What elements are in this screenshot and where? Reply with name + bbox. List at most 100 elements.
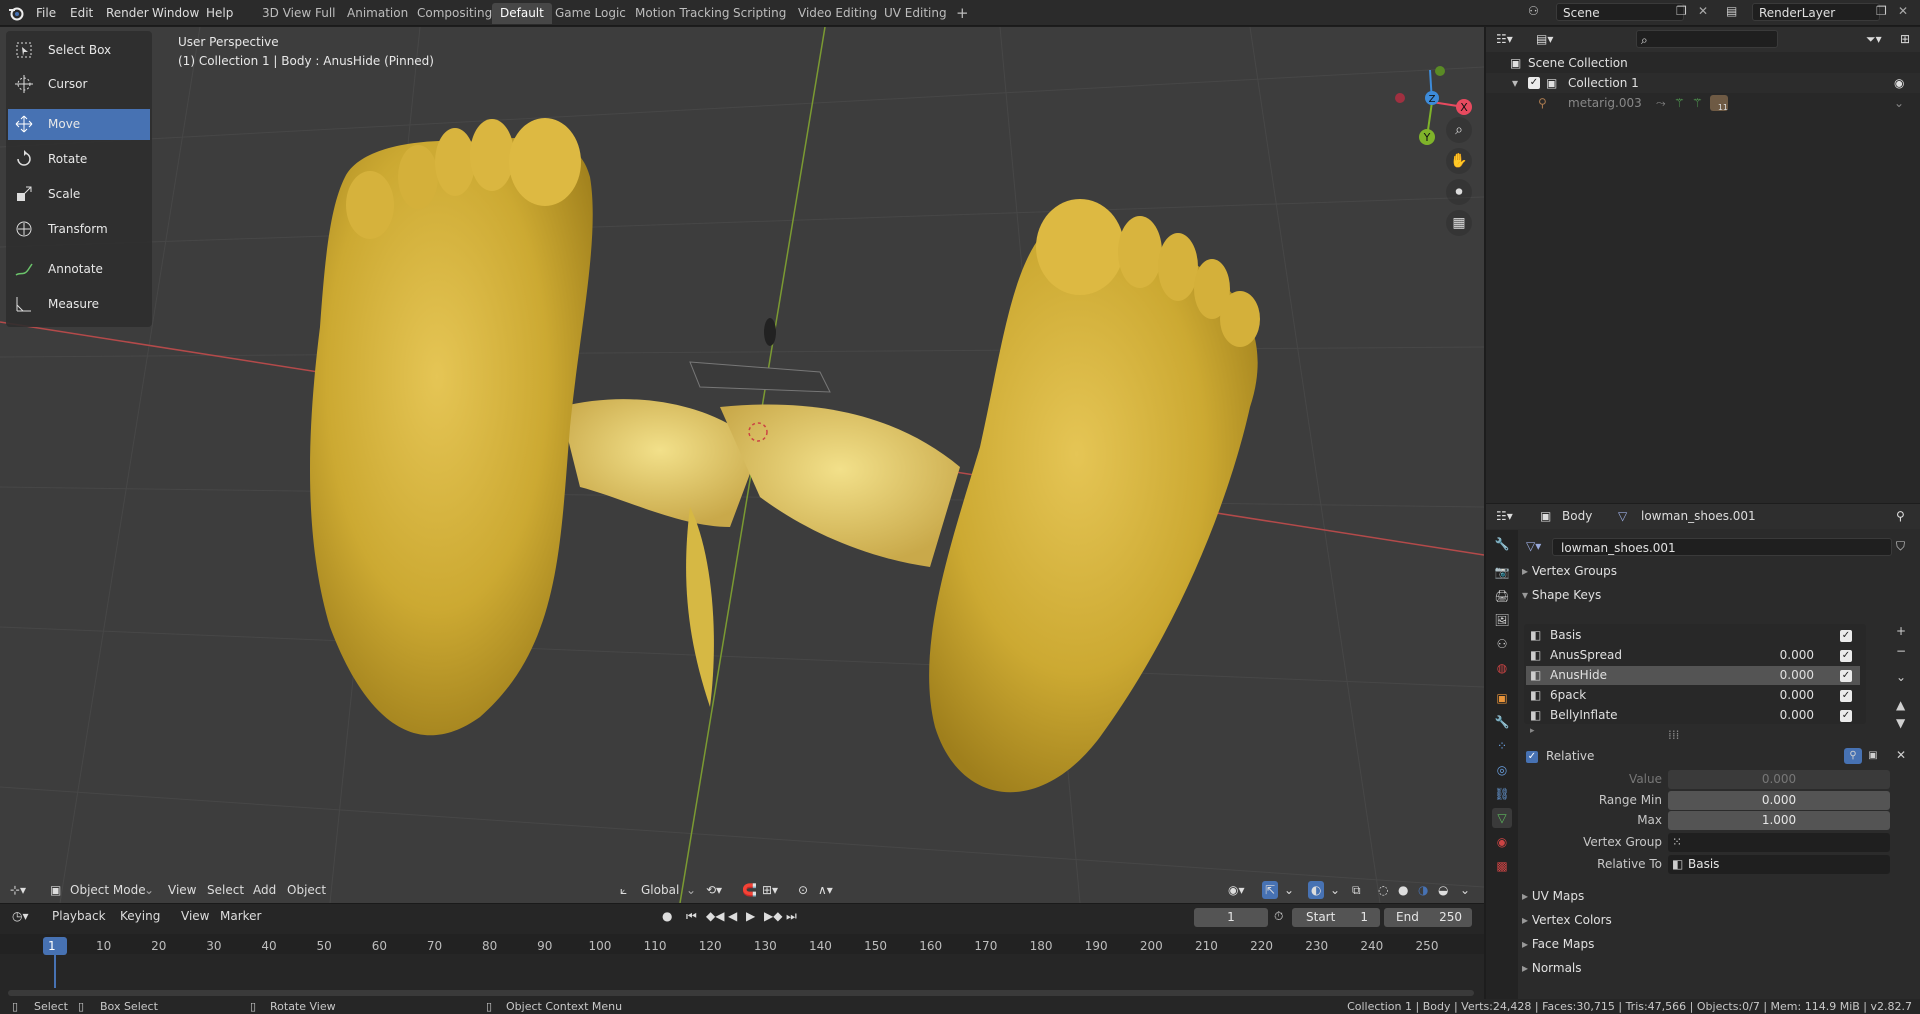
mesh-name-field[interactable]: lowman_shoes.001 [1552,538,1892,556]
overlay-toggle-icon[interactable]: ◐ [1308,881,1325,899]
new-layer-icon[interactable]: ❐ [1876,4,1887,18]
outliner-row-metarig[interactable]: ⚲ metarig.003 ⤳ ⚚ ⚚ 11 ⌄ [1486,93,1920,113]
ortho-grid-icon[interactable]: ▦ [1446,210,1472,236]
shape-key-value[interactable]: 0.000 [1780,686,1814,705]
solid-shading-icon[interactable]: ● [1398,881,1408,899]
start-frame-field[interactable]: Start 1 [1292,908,1380,927]
shape-key-name[interactable]: AnusHide [1550,666,1607,685]
clear-weights-icon[interactable]: ✕ [1896,748,1906,762]
shape-key-row[interactable]: ◧ 6pack 0.000 ✓ [1526,686,1860,705]
tab-video-editing[interactable]: Video Editing [790,3,885,24]
menu-select[interactable]: Select [207,881,244,899]
new-collection-icon[interactable]: ⊞ [1900,30,1910,48]
render-layer-field[interactable]: RenderLayer [1752,3,1880,21]
3d-viewport[interactable]: Select Box Cursor Move Rotate Scale Tran… [0,27,1484,903]
shape-key-name[interactable]: BellyInflate [1550,706,1618,725]
panel-vertex-groups[interactable]: ▸ Vertex Groups [1522,560,1617,582]
shape-key-value[interactable]: 0.000 [1780,646,1814,665]
move-down-icon[interactable]: ▼ [1896,716,1905,730]
mesh-browse-icon[interactable]: ▽▾ [1526,539,1541,553]
tab-scripting[interactable]: Scripting [725,3,794,24]
shape-key-mute-checkbox[interactable]: ✓ [1840,690,1852,702]
timeline-editor-icon[interactable]: ◷▾ [12,907,29,925]
menu-window[interactable]: Window [146,4,205,22]
tab-default[interactable]: Default [492,3,552,24]
tab-3d-view-full[interactable]: 3D View Full [254,3,344,24]
shape-lock-icon[interactable]: ⚲ [1844,748,1862,764]
tool-settings-icon[interactable]: 🔧 [1492,534,1512,554]
zoom-icon[interactable]: ⌕ [1446,117,1472,143]
menu-view[interactable]: View [168,881,196,899]
breadcrumb-data[interactable]: lowman_shoes.001 [1641,507,1756,525]
record-icon[interactable]: ● [662,907,672,925]
move-up-icon[interactable]: ▲ [1896,698,1905,712]
tab-compositing[interactable]: Compositing [409,3,500,24]
proportional-icon[interactable]: ⊙ [798,881,808,899]
constraints-icon[interactable]: ⛓ [1492,784,1512,804]
menu-help[interactable]: Help [200,4,239,22]
vertex-group-field[interactable]: ⁙ [1668,833,1890,852]
tab-animation[interactable]: Animation [339,3,416,24]
world-icon[interactable]: ◍ [1492,658,1512,678]
visibility-icon[interactable]: ◉▾ [1228,881,1245,899]
shape-key-value[interactable]: 0.000 [1780,706,1814,725]
panel-uv-maps[interactable]: ▸ UV Maps [1522,885,1584,907]
xray-icon[interactable]: ⧉ [1352,881,1361,899]
wireframe-shading-icon[interactable]: ◌ [1378,881,1388,899]
outliner-editor-icon[interactable]: ☷▾ [1496,30,1513,48]
shape-key-mute-checkbox[interactable]: ✓ [1840,670,1852,682]
menu-file[interactable]: File [30,4,62,22]
shape-key-row[interactable]: ◧ Basis ✓ [1526,626,1860,645]
tool-transform[interactable]: Transform [8,214,150,245]
relative-checkbox[interactable]: ✓ [1526,751,1538,763]
shape-key-row[interactable]: ◧ AnusSpread 0.000 ✓ [1526,646,1860,665]
rendered-shading-icon[interactable]: ◒ [1438,881,1448,899]
tab-game-logic[interactable]: Game Logic [547,3,634,24]
editor-type-icon[interactable]: ⊹▾ [10,881,26,899]
render-icon[interactable]: 📷 [1492,562,1512,582]
menu-keying[interactable]: Keying [120,907,160,925]
jump-end-icon[interactable]: ⏭ [786,907,797,925]
menu-object[interactable]: Object [287,881,326,899]
shape-key-mute-checkbox[interactable]: ✓ [1840,630,1852,642]
material-icon[interactable]: ◉ [1492,832,1512,852]
list-resize-handle[interactable]: ⁞⁞⁞ [1668,728,1679,742]
panel-face-maps[interactable]: ▸ Face Maps [1522,933,1594,955]
outliner-editor[interactable]: ☷▾ ▤▾ ⌕ ⏷▾ ⊞ ▣ Scene Collection ▾ ✓ ▣ Co… [1486,27,1920,503]
expand-arrow-icon[interactable]: ▾ [1512,73,1518,93]
snap-target-icon[interactable]: ⊞▾ [762,881,778,899]
edit-mode-icon[interactable]: ▣ [1864,748,1882,764]
chevron-down-icon[interactable]: ⌄ [1460,881,1470,899]
menu-marker[interactable]: Marker [220,907,261,925]
particles-icon[interactable]: ⁘ [1492,736,1512,756]
chevron-down-icon[interactable]: ⌄ [1330,881,1340,899]
panel-normals[interactable]: ▸ Normals [1522,957,1582,979]
tab-uv-editing[interactable]: UV Editing [876,3,955,24]
shape-key-row[interactable]: ◧ AnusHide 0.000 ✓ [1526,666,1860,685]
play-icon[interactable]: ▶ [746,907,755,925]
outliner-search-input[interactable]: ⌕ [1636,30,1778,48]
add-shape-key-button[interactable]: + [1896,624,1906,638]
fake-user-icon[interactable]: ⛉ [1896,539,1905,554]
value-field[interactable]: 0.000 [1668,770,1890,789]
tool-scale[interactable]: Scale [8,179,150,210]
mesh-data-tab-icon[interactable]: ▽ [1492,808,1512,828]
blender-logo-icon[interactable] [8,5,24,21]
menu-add[interactable]: Add [253,881,276,899]
menu-edit[interactable]: Edit [64,4,99,22]
relative-to-field[interactable]: ◧ Basis [1668,855,1890,874]
output-icon[interactable]: 🖨 [1492,586,1512,606]
shape-key-specials-icon[interactable]: ⌄ [1896,670,1906,684]
material-shading-icon[interactable]: ◑ [1418,881,1428,899]
scene-icon[interactable]: ⚇ [1528,4,1548,22]
tool-cursor[interactable]: Cursor [8,69,150,100]
panel-shape-keys[interactable]: ▾ Shape Keys [1522,584,1601,606]
render-layer-icon[interactable]: ▤ [1726,4,1737,18]
shape-key-name[interactable]: 6pack [1550,686,1586,705]
gizmo-toggle-icon[interactable]: ⇱ [1262,881,1279,899]
chevron-down-icon[interactable]: ⌄ [1284,881,1294,899]
end-frame-field[interactable]: End 250 [1384,908,1472,927]
prev-keyframe-icon[interactable]: ◆◀ [706,907,724,925]
range-min-field[interactable]: 0.000 [1668,791,1890,810]
pivot-icon[interactable]: ⟲▾ [706,881,722,899]
